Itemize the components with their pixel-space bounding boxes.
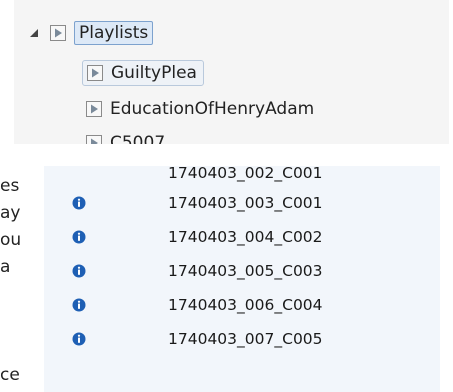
playlist-icon bbox=[87, 65, 103, 81]
playlist-icon bbox=[50, 25, 66, 41]
tree-node-label: Playlists bbox=[74, 21, 154, 45]
tree-node-guiltyplea[interactable]: GuiltyPlea bbox=[82, 60, 204, 86]
info-icon[interactable] bbox=[72, 332, 86, 346]
expanded-triangle-icon[interactable] bbox=[28, 27, 40, 39]
tree-node-label: GuiltyPlea bbox=[111, 63, 197, 83]
playlist-tree-panel: Playlists GuiltyPlea EducationOfHenryAda… bbox=[14, 0, 449, 144]
clip-name: 1740403_005_C003 bbox=[168, 262, 323, 280]
tree-node-educationofhenryadam[interactable]: EducationOfHenryAdam bbox=[86, 96, 314, 122]
list-item[interactable]: 1740403_007_C005 bbox=[44, 322, 440, 356]
background-text-line: a bbox=[0, 257, 11, 277]
tree-node-label: EducationOfHenryAdam bbox=[110, 99, 315, 119]
list-item[interactable]: 1740403_003_C001 bbox=[44, 186, 440, 220]
clip-name: 1740403_007_C005 bbox=[168, 330, 323, 348]
tree-node-playlists[interactable]: Playlists bbox=[28, 20, 154, 46]
list-item[interactable]: 1740403_005_C003 bbox=[44, 254, 440, 288]
clip-list-panel: 1740403_002_C001 1740403_003_C001 174040… bbox=[44, 166, 440, 392]
tree-node-label: C5007 bbox=[110, 133, 166, 144]
clip-name: 1740403_003_C001 bbox=[168, 194, 323, 212]
info-icon[interactable] bbox=[72, 298, 86, 312]
background-text-line: es bbox=[0, 176, 20, 196]
list-item[interactable]: 1740403_006_C004 bbox=[44, 288, 440, 322]
clip-name: 1740403_006_C004 bbox=[168, 296, 323, 314]
clip-name: 1740403_002_C001 bbox=[168, 166, 323, 182]
tree-node-partial[interactable]: C5007 bbox=[86, 130, 165, 144]
background-text-line: ay bbox=[0, 203, 21, 223]
playlist-icon bbox=[86, 135, 102, 144]
info-icon[interactable] bbox=[72, 264, 86, 278]
playlist-icon bbox=[86, 101, 102, 117]
selected-tree-item[interactable]: GuiltyPlea bbox=[82, 60, 204, 86]
list-item[interactable]: 1740403_004_C002 bbox=[44, 220, 440, 254]
page: Playlists GuiltyPlea EducationOfHenryAda… bbox=[0, 0, 453, 392]
info-icon[interactable] bbox=[72, 230, 86, 244]
clip-name: 1740403_004_C002 bbox=[168, 228, 323, 246]
background-text-line: ou bbox=[0, 230, 22, 250]
info-icon[interactable] bbox=[72, 196, 86, 210]
background-text-line: ce bbox=[0, 365, 20, 385]
